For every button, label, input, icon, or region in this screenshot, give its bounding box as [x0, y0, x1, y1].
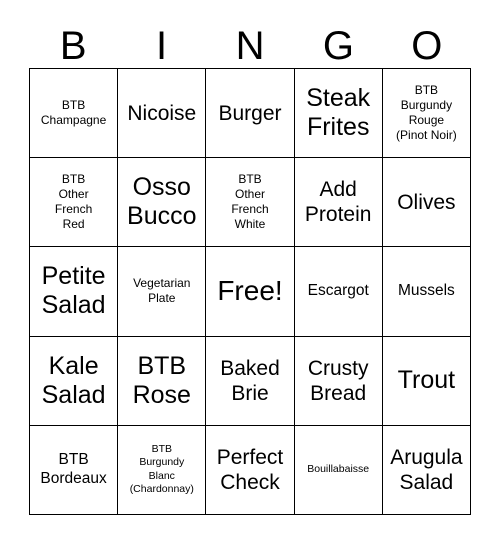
bingo-cell-label: Mussels: [397, 282, 455, 300]
bingo-cell-label: Olives: [397, 190, 456, 214]
bingo-cell-label: Steak Frites: [306, 84, 371, 142]
bingo-cell-label: Crusty Bread: [307, 356, 369, 405]
bingo-cell-label: Add Protein: [304, 178, 372, 227]
bingo-cell-label: Burger: [218, 101, 282, 125]
bingo-header-letter-n: N: [235, 24, 265, 68]
bingo-header-letter-o: O: [411, 24, 443, 68]
bingo-header-letter-g: G: [322, 24, 354, 68]
bingo-cell[interactable]: Petite Salad: [30, 247, 119, 337]
bingo-cell-label: BTB Burgundy Rouge (Pinot Noir): [396, 83, 457, 143]
bingo-cell-label: BTB Rose: [132, 351, 191, 409]
bingo-header-row: B I N G O: [29, 14, 471, 68]
bingo-cell[interactable]: BTB Other French White: [206, 158, 295, 248]
bingo-cell[interactable]: Kale Salad: [30, 336, 119, 426]
bingo-header-letter-b: B: [59, 24, 87, 68]
bingo-grid: BTB Champagne Nicoise Burger Steak Frites BT…: [29, 68, 471, 515]
bingo-cell[interactable]: BTB Other French Red: [30, 158, 119, 248]
bingo-cell[interactable]: Steak Frites: [294, 69, 383, 159]
bingo-cell[interactable]: Perfect Check: [206, 425, 295, 515]
bingo-cell-label: Osso Bucco: [127, 173, 197, 231]
bingo-cell[interactable]: Escargot: [294, 247, 383, 337]
bingo-header-letter-i: I: [156, 24, 168, 68]
bingo-cell-label: Vegetarian Plate: [133, 276, 191, 306]
bingo-cell[interactable]: BTB Burgundy Blanc (Chardonnay): [118, 425, 207, 515]
bingo-cell[interactable]: Crusty Bread: [294, 336, 383, 426]
bingo-cell[interactable]: Olives: [382, 158, 471, 248]
bingo-cell[interactable]: Add Protein: [294, 158, 383, 248]
bingo-cell-label: Nicoise: [127, 101, 197, 125]
bingo-cell[interactable]: BTB Rose: [118, 336, 207, 426]
bingo-cell-label: BTB Other French White: [231, 172, 269, 232]
bingo-cell-label: Petite Salad: [41, 262, 106, 320]
bingo-cell[interactable]: Vegetarian Plate: [118, 247, 207, 337]
bingo-cell[interactable]: Nicoise: [118, 69, 207, 159]
bingo-cell-label: BTB Burgundy Blanc (Chardonnay): [129, 442, 194, 496]
bingo-cell[interactable]: Trout: [382, 336, 471, 426]
bingo-cell[interactable]: BTB Champagne: [30, 69, 119, 159]
bingo-cell-label: Arugula Salad: [390, 445, 463, 494]
bingo-cell-label: BTB Champagne: [40, 98, 107, 128]
bingo-free-cell[interactable]: Free!: [206, 247, 295, 337]
bingo-cell[interactable]: BTB Burgundy Rouge (Pinot Noir): [382, 69, 471, 159]
bingo-cell-label: BTB Bordeaux: [40, 451, 107, 487]
bingo-cell-label: Baked Brie: [220, 356, 280, 405]
bingo-cell-label: Trout: [397, 366, 456, 395]
bingo-cell[interactable]: BTB Bordeaux: [30, 425, 119, 515]
bingo-cell[interactable]: Mussels: [382, 247, 471, 337]
bingo-cell-label: Bouillabaisse: [307, 463, 370, 476]
bingo-cell-label: Free!: [217, 275, 283, 307]
bingo-cell[interactable]: Bouillabaisse: [294, 425, 383, 515]
bingo-cell-label: BTB Other French Red: [54, 172, 93, 232]
bingo-card: B I N G O BTB Champagne Nicoise Burger Stea…: [0, 0, 500, 544]
bingo-cell-label: Kale Salad: [41, 351, 106, 409]
bingo-cell-label: Escargot: [307, 282, 369, 300]
bingo-cell[interactable]: Arugula Salad: [382, 425, 471, 515]
bingo-cell[interactable]: Osso Bucco: [118, 158, 207, 248]
bingo-cell[interactable]: Baked Brie: [206, 336, 295, 426]
bingo-cell-label: Perfect Check: [216, 445, 284, 494]
bingo-cell[interactable]: Burger: [206, 69, 295, 159]
